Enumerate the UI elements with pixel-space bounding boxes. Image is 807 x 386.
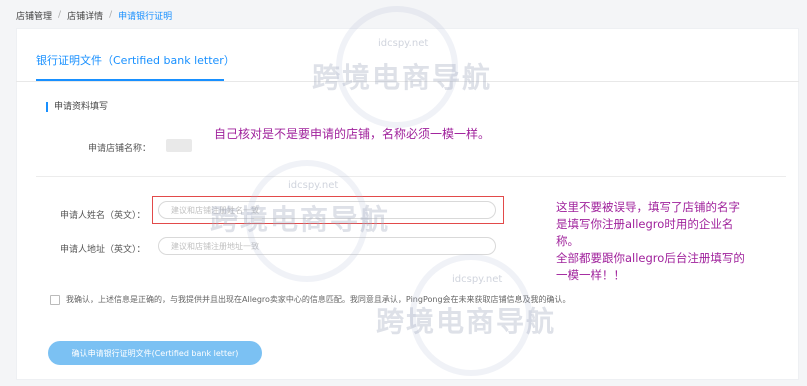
watermark-logo xyxy=(410,254,532,376)
annotation-line: 这里不要被误导，填写了店铺的名字 xyxy=(556,200,740,214)
section-title: 申请资料填写 xyxy=(46,102,108,112)
section-divider xyxy=(36,176,786,177)
breadcrumb-separator: / xyxy=(58,10,62,20)
store-name-label: 申请店铺名称： xyxy=(88,144,152,154)
applicant-name-label: 申请人姓名（英文）： xyxy=(60,211,146,221)
tab-certified-bank-letter[interactable]: 银行证明文件（Certified bank letter） xyxy=(36,52,235,68)
store-name-value xyxy=(166,139,192,152)
annotation-line: 一模一样！！ xyxy=(556,268,625,282)
breadcrumb-store-management[interactable]: 店铺管理 xyxy=(16,9,52,22)
annotation-line: 称。 xyxy=(556,234,579,248)
breadcrumb-store-details[interactable]: 店铺详情 xyxy=(67,9,103,22)
submit-button[interactable]: 确认申请银行证明文件(Certified bank letter) xyxy=(48,341,262,365)
annotation-store-name-note: 自己核对是不是要申请的店铺，名称必须一模一样。 xyxy=(214,127,491,141)
breadcrumb-bank-letter: 申请银行证明 xyxy=(118,11,173,22)
annotation-line: 全部都要跟你allegro后台注册填写的 xyxy=(556,251,745,265)
annotation-company-name-note: 这里不要被误导，填写了店铺的名字 是填写你注册allegro时用的企业名 称。 … xyxy=(556,199,745,284)
annotation-line: 是填写你注册allegro时用的企业名 xyxy=(556,217,734,231)
applicant-address-label: 申请人地址（英文）： xyxy=(60,245,146,255)
confirm-checkbox[interactable] xyxy=(50,294,60,305)
breadcrumb-separator: / xyxy=(109,10,113,20)
watermark-logo xyxy=(246,160,368,282)
breadcrumb: 店铺管理 / 店铺详情 / 申请银行证明 xyxy=(16,7,172,23)
watermark-logo xyxy=(336,6,458,128)
